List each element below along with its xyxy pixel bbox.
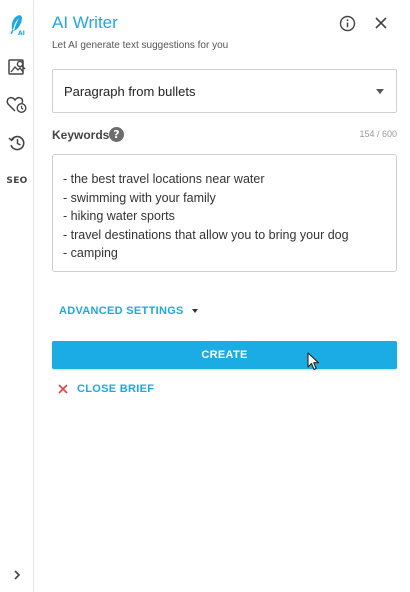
keyword-line: - hiking water sports [63, 209, 175, 223]
info-icon [339, 15, 356, 32]
close-icon [375, 17, 387, 29]
ai-feather-icon: AI [10, 15, 25, 37]
advanced-settings-toggle[interactable]: ADVANCED SETTINGS [59, 305, 198, 317]
keyword-line: - travel destinations that allow you to … [63, 227, 349, 242]
help-icon[interactable]: ? [109, 127, 124, 142]
keywords-textarea[interactable]: - the best travel locations near water -… [52, 154, 397, 272]
history-icon [8, 135, 25, 151]
keyword-line: - swimming with your family [63, 190, 216, 205]
caret-down-icon [191, 309, 198, 313]
mouse-pointer-icon [307, 352, 320, 371]
create-button[interactable]: CREATE [52, 341, 397, 369]
page-title: AI Writer [52, 13, 118, 32]
rail-item-image[interactable] [4, 54, 30, 80]
keyword-line: - camping [63, 246, 118, 260]
close-brief-button[interactable]: CLOSE BRIEF [58, 383, 154, 395]
info-button[interactable] [339, 15, 356, 32]
character-counter: 154 / 600 [359, 129, 397, 139]
expand-sidebar-button[interactable] [10, 568, 24, 582]
close-button[interactable] [374, 16, 388, 30]
mode-select-value: Paragraph from bullets [64, 83, 196, 99]
ai-writer-panel: AI SEO AI Writer Let AI generate text su… [0, 0, 410, 592]
sidebar-rail: AI SEO [0, 0, 34, 592]
advanced-settings-label: ADVANCED SETTINGS [59, 305, 184, 317]
rail-item-ai-writer[interactable]: AI [4, 12, 30, 38]
close-x-icon [58, 384, 68, 394]
image-search-icon [8, 59, 26, 75]
mode-select[interactable]: Paragraph from bullets [52, 69, 397, 113]
svg-text:AI: AI [18, 30, 25, 37]
rail-item-seo[interactable]: SEO [4, 168, 30, 194]
create-button-label: CREATE [201, 349, 248, 361]
keyword-line: - the best travel locations near water [63, 172, 265, 186]
close-brief-label: CLOSE BRIEF [77, 383, 155, 395]
chevron-right-icon [14, 570, 21, 580]
heart-clock-icon [6, 96, 27, 114]
page-subtitle: Let AI generate text suggestions for you [52, 40, 229, 51]
dropdown-caret-icon [376, 89, 384, 94]
keywords-label: Keywords [52, 128, 110, 142]
rail-item-favorites[interactable] [4, 91, 30, 117]
seo-icon: SEO [6, 176, 28, 186]
rail-item-history[interactable] [4, 130, 30, 156]
